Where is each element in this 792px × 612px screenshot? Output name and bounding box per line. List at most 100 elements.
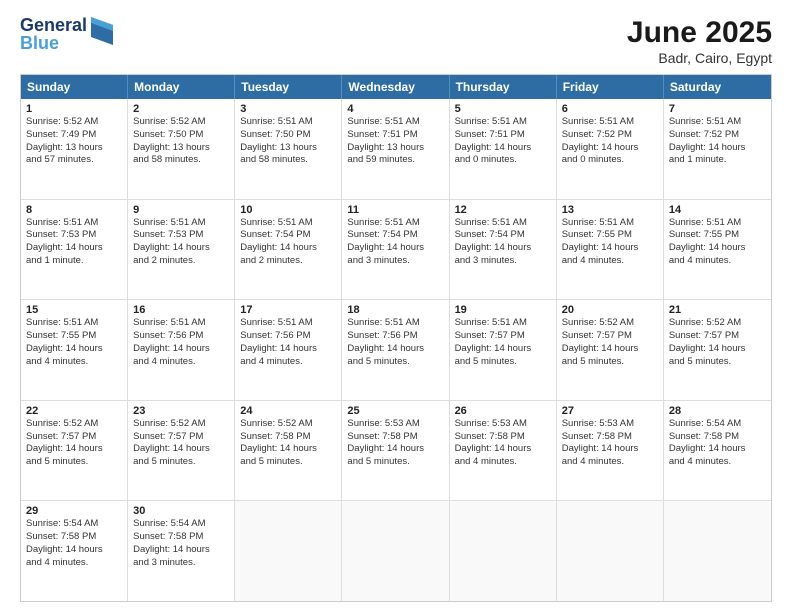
day-info: Sunrise: 5:51 AM Sunset: 7:57 PM Dayligh… bbox=[455, 317, 551, 368]
calendar-cell bbox=[557, 501, 664, 601]
calendar-header-cell: Sunday bbox=[21, 75, 128, 99]
day-number: 20 bbox=[562, 304, 658, 316]
day-number: 1 bbox=[26, 103, 122, 115]
calendar-cell: 3Sunrise: 5:51 AM Sunset: 7:50 PM Daylig… bbox=[235, 99, 342, 199]
calendar-cell: 26Sunrise: 5:53 AM Sunset: 7:58 PM Dayli… bbox=[450, 401, 557, 501]
calendar-cell: 21Sunrise: 5:52 AM Sunset: 7:57 PM Dayli… bbox=[664, 300, 771, 400]
day-info: Sunrise: 5:52 AM Sunset: 7:50 PM Dayligh… bbox=[133, 116, 229, 167]
day-info: Sunrise: 5:54 AM Sunset: 7:58 PM Dayligh… bbox=[133, 518, 229, 569]
calendar-cell: 8Sunrise: 5:51 AM Sunset: 7:53 PM Daylig… bbox=[21, 200, 128, 300]
day-info: Sunrise: 5:51 AM Sunset: 7:55 PM Dayligh… bbox=[562, 217, 658, 268]
day-info: Sunrise: 5:51 AM Sunset: 7:54 PM Dayligh… bbox=[455, 217, 551, 268]
calendar-cell: 1Sunrise: 5:52 AM Sunset: 7:49 PM Daylig… bbox=[21, 99, 128, 199]
calendar-title: June 2025 bbox=[627, 16, 772, 50]
day-number: 4 bbox=[347, 103, 443, 115]
calendar: SundayMondayTuesdayWednesdayThursdayFrid… bbox=[20, 74, 772, 602]
day-info: Sunrise: 5:51 AM Sunset: 7:50 PM Dayligh… bbox=[240, 116, 336, 167]
calendar-cell: 30Sunrise: 5:54 AM Sunset: 7:58 PM Dayli… bbox=[128, 501, 235, 601]
day-number: 13 bbox=[562, 204, 658, 216]
day-info: Sunrise: 5:51 AM Sunset: 7:53 PM Dayligh… bbox=[26, 217, 122, 268]
day-info: Sunrise: 5:51 AM Sunset: 7:53 PM Dayligh… bbox=[133, 217, 229, 268]
day-number: 27 bbox=[562, 405, 658, 417]
calendar-row: 1Sunrise: 5:52 AM Sunset: 7:49 PM Daylig… bbox=[21, 99, 771, 199]
calendar-subtitle: Badr, Cairo, Egypt bbox=[627, 50, 772, 66]
calendar-cell: 24Sunrise: 5:52 AM Sunset: 7:58 PM Dayli… bbox=[235, 401, 342, 501]
day-number: 30 bbox=[133, 505, 229, 517]
calendar-cell: 2Sunrise: 5:52 AM Sunset: 7:50 PM Daylig… bbox=[128, 99, 235, 199]
day-info: Sunrise: 5:52 AM Sunset: 7:57 PM Dayligh… bbox=[26, 418, 122, 469]
calendar-row: 22Sunrise: 5:52 AM Sunset: 7:57 PM Dayli… bbox=[21, 400, 771, 501]
day-info: Sunrise: 5:51 AM Sunset: 7:52 PM Dayligh… bbox=[669, 116, 766, 167]
calendar-cell: 29Sunrise: 5:54 AM Sunset: 7:58 PM Dayli… bbox=[21, 501, 128, 601]
calendar-header-cell: Saturday bbox=[664, 75, 771, 99]
logo-general: General bbox=[20, 16, 87, 34]
calendar-cell: 14Sunrise: 5:51 AM Sunset: 7:55 PM Dayli… bbox=[664, 200, 771, 300]
calendar-header-cell: Tuesday bbox=[235, 75, 342, 99]
calendar-cell: 4Sunrise: 5:51 AM Sunset: 7:51 PM Daylig… bbox=[342, 99, 449, 199]
calendar-cell: 22Sunrise: 5:52 AM Sunset: 7:57 PM Dayli… bbox=[21, 401, 128, 501]
day-number: 12 bbox=[455, 204, 551, 216]
logo: General Blue bbox=[20, 16, 113, 52]
day-number: 2 bbox=[133, 103, 229, 115]
day-number: 23 bbox=[133, 405, 229, 417]
day-info: Sunrise: 5:51 AM Sunset: 7:54 PM Dayligh… bbox=[240, 217, 336, 268]
calendar-cell: 9Sunrise: 5:51 AM Sunset: 7:53 PM Daylig… bbox=[128, 200, 235, 300]
calendar-cell bbox=[342, 501, 449, 601]
day-info: Sunrise: 5:51 AM Sunset: 7:51 PM Dayligh… bbox=[455, 116, 551, 167]
calendar-cell: 28Sunrise: 5:54 AM Sunset: 7:58 PM Dayli… bbox=[664, 401, 771, 501]
logo-blue: Blue bbox=[20, 34, 87, 52]
header: General Blue June 2025 Badr, Cairo, Egyp… bbox=[20, 16, 772, 66]
calendar-cell: 19Sunrise: 5:51 AM Sunset: 7:57 PM Dayli… bbox=[450, 300, 557, 400]
day-info: Sunrise: 5:53 AM Sunset: 7:58 PM Dayligh… bbox=[455, 418, 551, 469]
calendar-body: 1Sunrise: 5:52 AM Sunset: 7:49 PM Daylig… bbox=[21, 99, 771, 601]
calendar-cell: 18Sunrise: 5:51 AM Sunset: 7:56 PM Dayli… bbox=[342, 300, 449, 400]
day-info: Sunrise: 5:52 AM Sunset: 7:49 PM Dayligh… bbox=[26, 116, 122, 167]
day-info: Sunrise: 5:51 AM Sunset: 7:54 PM Dayligh… bbox=[347, 217, 443, 268]
day-number: 10 bbox=[240, 204, 336, 216]
day-info: Sunrise: 5:54 AM Sunset: 7:58 PM Dayligh… bbox=[26, 518, 122, 569]
day-info: Sunrise: 5:53 AM Sunset: 7:58 PM Dayligh… bbox=[562, 418, 658, 469]
day-info: Sunrise: 5:52 AM Sunset: 7:58 PM Dayligh… bbox=[240, 418, 336, 469]
calendar-header-cell: Wednesday bbox=[342, 75, 449, 99]
day-number: 17 bbox=[240, 304, 336, 316]
day-number: 24 bbox=[240, 405, 336, 417]
day-info: Sunrise: 5:54 AM Sunset: 7:58 PM Dayligh… bbox=[669, 418, 766, 469]
day-info: Sunrise: 5:51 AM Sunset: 7:52 PM Dayligh… bbox=[562, 116, 658, 167]
calendar-row: 15Sunrise: 5:51 AM Sunset: 7:55 PM Dayli… bbox=[21, 299, 771, 400]
day-info: Sunrise: 5:51 AM Sunset: 7:55 PM Dayligh… bbox=[26, 317, 122, 368]
calendar-cell: 5Sunrise: 5:51 AM Sunset: 7:51 PM Daylig… bbox=[450, 99, 557, 199]
calendar-row: 8Sunrise: 5:51 AM Sunset: 7:53 PM Daylig… bbox=[21, 199, 771, 300]
calendar-cell: 20Sunrise: 5:52 AM Sunset: 7:57 PM Dayli… bbox=[557, 300, 664, 400]
day-number: 21 bbox=[669, 304, 766, 316]
day-number: 11 bbox=[347, 204, 443, 216]
day-number: 6 bbox=[562, 103, 658, 115]
day-number: 5 bbox=[455, 103, 551, 115]
title-block: June 2025 Badr, Cairo, Egypt bbox=[627, 16, 772, 66]
calendar-cell: 23Sunrise: 5:52 AM Sunset: 7:57 PM Dayli… bbox=[128, 401, 235, 501]
calendar-header: SundayMondayTuesdayWednesdayThursdayFrid… bbox=[21, 75, 771, 99]
calendar-row: 29Sunrise: 5:54 AM Sunset: 7:58 PM Dayli… bbox=[21, 500, 771, 601]
calendar-header-cell: Thursday bbox=[450, 75, 557, 99]
day-number: 18 bbox=[347, 304, 443, 316]
calendar-cell: 27Sunrise: 5:53 AM Sunset: 7:58 PM Dayli… bbox=[557, 401, 664, 501]
day-info: Sunrise: 5:52 AM Sunset: 7:57 PM Dayligh… bbox=[669, 317, 766, 368]
day-number: 26 bbox=[455, 405, 551, 417]
calendar-cell bbox=[450, 501, 557, 601]
calendar-cell: 6Sunrise: 5:51 AM Sunset: 7:52 PM Daylig… bbox=[557, 99, 664, 199]
day-number: 3 bbox=[240, 103, 336, 115]
calendar-cell bbox=[664, 501, 771, 601]
day-info: Sunrise: 5:51 AM Sunset: 7:55 PM Dayligh… bbox=[669, 217, 766, 268]
page: General Blue June 2025 Badr, Cairo, Egyp… bbox=[0, 0, 792, 612]
day-number: 8 bbox=[26, 204, 122, 216]
calendar-header-cell: Monday bbox=[128, 75, 235, 99]
day-info: Sunrise: 5:51 AM Sunset: 7:56 PM Dayligh… bbox=[240, 317, 336, 368]
day-number: 19 bbox=[455, 304, 551, 316]
day-number: 25 bbox=[347, 405, 443, 417]
day-number: 7 bbox=[669, 103, 766, 115]
day-number: 16 bbox=[133, 304, 229, 316]
calendar-cell: 13Sunrise: 5:51 AM Sunset: 7:55 PM Dayli… bbox=[557, 200, 664, 300]
calendar-cell: 10Sunrise: 5:51 AM Sunset: 7:54 PM Dayli… bbox=[235, 200, 342, 300]
day-info: Sunrise: 5:52 AM Sunset: 7:57 PM Dayligh… bbox=[562, 317, 658, 368]
day-info: Sunrise: 5:51 AM Sunset: 7:56 PM Dayligh… bbox=[133, 317, 229, 368]
calendar-header-cell: Friday bbox=[557, 75, 664, 99]
